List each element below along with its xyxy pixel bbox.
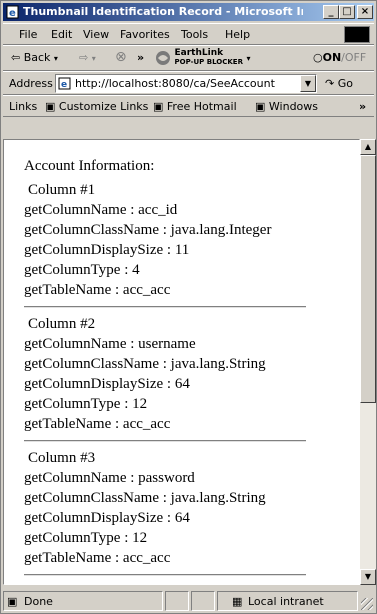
windows-logo-icon: [344, 26, 370, 43]
link-customize-links[interactable]: ▣ Customize Links: [45, 100, 148, 113]
page-heading: Account Information:: [24, 158, 155, 174]
svg-text:e: e: [61, 80, 67, 90]
popup-blocker-label: POP-UP BLOCKER: [174, 58, 243, 66]
column-title: Column #2: [28, 316, 96, 332]
status-panel: ▣ Done: [3, 591, 163, 611]
links-label: Links: [9, 100, 38, 113]
column-type-line: getColumnType : 12: [24, 530, 148, 546]
scroll-thumb[interactable]: [360, 155, 376, 403]
column-size-line: getColumnDisplaySize : 64: [24, 376, 190, 392]
divider: [24, 440, 306, 442]
link-label: Free Hotmail: [166, 100, 237, 113]
earthlink-label: EarthLink: [174, 48, 224, 58]
earthlink-logo-icon: [156, 51, 170, 65]
column-title: Column #1: [28, 182, 96, 198]
column-block: Column #1 getColumnName : acc_id getColu…: [24, 180, 314, 300]
table-name-line: getTableName : acc_acc: [24, 550, 171, 566]
stop-icon[interactable]: ⊗: [115, 49, 127, 65]
page-content[interactable]: Account Information: Column #1 getColumn…: [3, 139, 360, 585]
earthlink-popup-blocker-button[interactable]: EarthLink POP-UP BLOCKER ▾: [155, 49, 251, 67]
column-class-line: getColumnClassName : java.lang.String: [24, 490, 266, 506]
table-name-line: getTableName : acc_acc: [24, 282, 171, 298]
back-label: ⇦ Back: [11, 51, 51, 64]
ie-page-icon: ▣: [45, 100, 56, 113]
title-bar[interactable]: e Thumbnail Identification Record - Micr…: [3, 3, 374, 21]
status-panel-empty: [165, 591, 189, 611]
address-bar: Address e http://localhost:8080/ca/SeeAc…: [3, 71, 374, 95]
toggle-circle-icon: ○: [313, 51, 323, 64]
svg-text:e: e: [9, 8, 16, 19]
column-size-line: getColumnDisplaySize : 11: [24, 242, 190, 258]
address-input[interactable]: e http://localhost:8080/ca/SeeAccount ▼: [55, 74, 317, 93]
more-buttons-chevron-icon[interactable]: »: [137, 51, 144, 64]
vertical-scrollbar[interactable]: ▲ ▼: [360, 139, 376, 585]
resize-grip[interactable]: [361, 598, 373, 610]
window-title: Thumbnail Identification Record - Micros…: [23, 5, 303, 18]
link-label: Windows: [268, 100, 319, 113]
close-button[interactable]: ×: [357, 5, 373, 19]
status-text: Done: [24, 595, 53, 608]
go-button[interactable]: ↷ Go: [325, 77, 353, 90]
column-size-line: getColumnDisplaySize : 64: [24, 510, 190, 526]
go-arrow-icon: ↷: [325, 77, 335, 90]
standard-toolbar: ⇦ Back ▾ ⇨ ▾ ⊗ » EarthLink POP-UP BLOCKE…: [3, 45, 374, 71]
menu-tools[interactable]: Tools: [181, 28, 208, 41]
menu-edit[interactable]: Edit: [51, 28, 72, 41]
divider: [24, 306, 306, 308]
minimize-button[interactable]: _: [323, 5, 339, 19]
go-label: Go: [337, 77, 353, 90]
menu-favorites[interactable]: Favorites: [120, 28, 170, 41]
status-bar: ▣ Done ▦ Local intranet: [3, 591, 374, 611]
column-block: Column #3 getColumnName : password getCo…: [24, 448, 314, 568]
ie-page-icon: e: [6, 5, 19, 19]
forward-arrow-icon: ⇨: [79, 51, 89, 64]
ie-page-icon: ▣: [153, 100, 164, 113]
column-class-line: getColumnClassName : java.lang.Integer: [24, 222, 272, 238]
column-class-line: getColumnClassName : java.lang.String: [24, 356, 266, 372]
address-dropdown-button[interactable]: ▼: [300, 75, 316, 92]
divider: [24, 574, 306, 576]
browser-window: e Thumbnail Identification Record - Micr…: [0, 0, 377, 614]
popup-on-label: ON: [322, 51, 342, 64]
menu-file[interactable]: File: [19, 28, 37, 41]
column-name-line: getColumnName : username: [24, 336, 196, 352]
chevron-down-icon[interactable]: ▾: [54, 54, 58, 63]
ie-page-icon: ▣: [255, 100, 266, 113]
link-windows[interactable]: ▣ Windows: [255, 100, 318, 113]
address-label: Address: [9, 77, 53, 90]
chevron-down-icon[interactable]: ▾: [246, 54, 250, 63]
column-title: Column #3: [28, 450, 96, 466]
column-block: Column #2 getColumnName : username getCo…: [24, 314, 314, 434]
link-label: Customize Links: [58, 100, 149, 113]
chevron-down-icon[interactable]: ▾: [92, 54, 96, 63]
menu-help[interactable]: Help: [225, 28, 250, 41]
address-url: http://localhost:8080/ca/SeeAccount: [75, 77, 275, 90]
column-name-line: getColumnName : password: [24, 470, 195, 486]
link-free-hotmail[interactable]: ▣ Free Hotmail: [153, 100, 237, 113]
menu-view[interactable]: View: [83, 28, 109, 41]
scroll-down-button[interactable]: ▼: [360, 569, 376, 585]
column-name-line: getColumnName : acc_id: [24, 202, 178, 218]
links-bar: Links ▣ Customize Links ▣ Free Hotmail ▣…: [3, 95, 374, 117]
status-panel-empty: [191, 591, 215, 611]
zone-label: Local intranet: [248, 595, 324, 608]
forward-button[interactable]: ⇨ ▾: [79, 51, 96, 64]
account-information: Account Information: Column #1 getColumn…: [24, 156, 314, 582]
security-zone-panel: ▦ Local intranet: [217, 591, 358, 611]
menu-bar: File Edit View Favorites Tools Help: [3, 23, 374, 45]
popup-off-label: /OFF: [341, 51, 367, 64]
intranet-zone-icon: ▦: [232, 595, 243, 608]
scroll-up-button[interactable]: ▲: [360, 139, 376, 155]
table-name-line: getTableName : acc_acc: [24, 416, 171, 432]
column-type-line: getColumnType : 12: [24, 396, 148, 412]
popup-toggle[interactable]: ○ON/OFF: [313, 51, 366, 64]
column-type-line: getColumnType : 4: [24, 262, 140, 278]
back-button[interactable]: ⇦ Back ▾: [11, 51, 58, 64]
maximize-button[interactable]: □: [339, 5, 355, 19]
done-page-icon: ▣: [7, 595, 18, 608]
links-more-chevron-icon[interactable]: »: [359, 100, 366, 113]
ie-page-icon: e: [58, 77, 71, 90]
